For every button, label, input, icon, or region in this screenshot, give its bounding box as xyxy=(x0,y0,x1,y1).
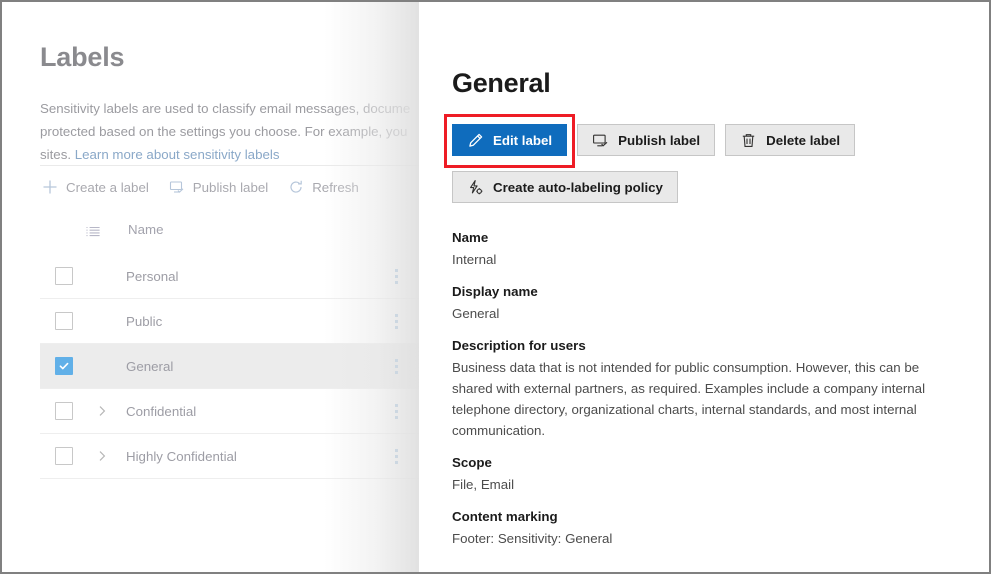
learn-more-link[interactable]: Learn more about sensitivity labels xyxy=(75,147,280,162)
create-a-label-label: Create a label xyxy=(66,179,149,195)
field-description-for-users: Description for users Business data that… xyxy=(452,338,952,441)
field-scope: Scope File, Email xyxy=(452,455,952,495)
trash-icon xyxy=(740,132,757,149)
create-a-label-command[interactable]: Create a label xyxy=(42,179,149,195)
row-checkbox-checked[interactable] xyxy=(55,357,73,375)
labels-table-body: Personal Public General Confidential Hig… xyxy=(40,254,419,479)
field-content-marking: Content marking Footer: Sensitivity: Gen… xyxy=(452,509,952,549)
chevron-right-icon[interactable] xyxy=(95,449,109,463)
publish-label-command[interactable]: Publish label xyxy=(169,179,268,195)
list-view-icon[interactable] xyxy=(85,224,101,240)
panel-secondary-buttons: Create auto-labeling policy xyxy=(452,171,678,203)
row-more-options-icon[interactable] xyxy=(395,358,398,374)
create-auto-labeling-policy-button[interactable]: Create auto-labeling policy xyxy=(452,171,678,203)
label-details-panel: General Edit label Publish label Delete … xyxy=(419,2,989,572)
row-more-options-icon[interactable] xyxy=(395,403,398,419)
publish-label-button[interactable]: Publish label xyxy=(577,124,716,156)
row-label-name: Confidential xyxy=(126,403,197,419)
field-value: Internal xyxy=(452,252,497,267)
screenshot-root: Labels Sensitivity labels are used to cl… xyxy=(0,0,991,574)
monitor-check-icon xyxy=(169,179,185,195)
table-row[interactable]: Confidential xyxy=(40,389,419,434)
row-checkbox[interactable] xyxy=(55,402,73,420)
panel-action-buttons: Edit label Publish label Delete label xyxy=(452,124,856,156)
delete-label-text: Delete label xyxy=(766,132,841,148)
table-header: Name xyxy=(40,222,419,250)
refresh-label: Refresh xyxy=(312,179,359,195)
field-value: File, Email xyxy=(452,477,515,492)
field-name: Name Internal xyxy=(452,230,952,270)
publish-label-label: Publish label xyxy=(192,179,269,195)
row-label-name: General xyxy=(126,358,174,374)
create-auto-labeling-policy-text: Create auto-labeling policy xyxy=(493,179,663,195)
row-checkbox[interactable] xyxy=(55,267,73,285)
row-label-name: Highly Confidential xyxy=(126,448,237,464)
table-row[interactable]: Highly Confidential xyxy=(40,434,419,479)
publish-label-text: Publish label xyxy=(618,132,701,148)
field-label: Display name xyxy=(452,284,538,299)
command-bar: Create a label Publish label Refresh xyxy=(42,172,379,202)
edit-label-text: Edit label xyxy=(493,132,553,148)
field-value: General xyxy=(452,306,500,321)
lightning-gear-icon xyxy=(467,179,484,196)
field-value: Footer: Sensitivity: General xyxy=(452,531,613,546)
row-checkbox[interactable] xyxy=(55,447,73,465)
field-value: Business data that is not intended for p… xyxy=(452,360,926,438)
row-label-name: Public xyxy=(126,313,163,329)
edit-label-button[interactable]: Edit label xyxy=(452,124,568,156)
table-row[interactable]: Public xyxy=(40,299,419,344)
field-display-name: Display name General xyxy=(452,284,952,324)
row-more-options-icon[interactable] xyxy=(395,448,398,464)
row-more-options-icon[interactable] xyxy=(395,268,398,284)
labels-page: Labels Sensitivity labels are used to cl… xyxy=(2,2,419,572)
page-title: Labels xyxy=(40,42,125,72)
chevron-right-icon[interactable] xyxy=(95,404,109,418)
row-checkbox[interactable] xyxy=(55,312,73,330)
table-row-selected[interactable]: General xyxy=(40,344,419,389)
panel-title: General xyxy=(452,68,551,98)
refresh-icon xyxy=(288,179,304,195)
pencil-icon xyxy=(467,132,484,149)
field-label: Description for users xyxy=(452,338,586,353)
row-more-options-icon[interactable] xyxy=(395,313,398,329)
page-description: Sensitivity labels are used to classify … xyxy=(40,97,419,166)
column-header-name[interactable]: Name xyxy=(128,222,163,237)
table-row[interactable]: Personal xyxy=(40,254,419,299)
label-detail-fields: Name Internal Display name General Descr… xyxy=(452,230,952,563)
toolbar-divider xyxy=(40,165,419,166)
field-label: Content marking xyxy=(452,509,558,524)
field-label: Scope xyxy=(452,455,492,470)
row-label-name: Personal xyxy=(126,268,179,284)
delete-label-button[interactable]: Delete label xyxy=(725,124,856,156)
field-label: Name xyxy=(452,230,489,245)
monitor-check-icon xyxy=(592,132,609,149)
plus-icon xyxy=(42,179,58,195)
refresh-command[interactable]: Refresh xyxy=(288,179,359,195)
